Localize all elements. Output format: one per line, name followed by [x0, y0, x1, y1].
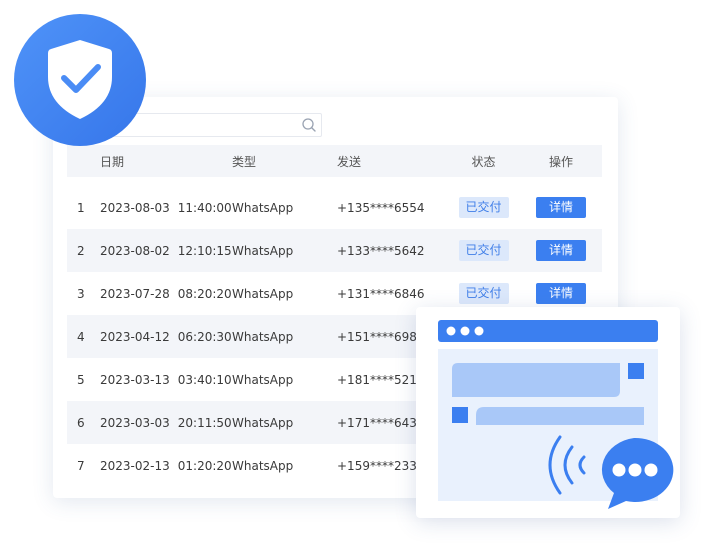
header-type: 类型: [232, 154, 257, 169]
row-op-cell: 详情: [535, 186, 587, 229]
row-index: 1: [77, 200, 85, 215]
row-status-cell: 已交付: [457, 229, 510, 272]
row-date: 2023-07-28: [100, 286, 170, 301]
message-avatar-icon: [452, 407, 468, 423]
window-titlebar: [438, 320, 658, 342]
window-dot-icon: [474, 326, 484, 336]
row-datetime: 2023-02-13 01:20:20: [100, 444, 232, 487]
row-datetime: 2023-07-28 08:20:20: [100, 272, 232, 315]
row-from: +171****6432: [337, 415, 425, 430]
row-type: WhatsApp: [232, 329, 294, 344]
window-dot-icon: [460, 326, 470, 336]
row-from: +181****5216: [337, 372, 425, 387]
table-row: 1 2023-08-03 11:40:00 WhatsApp +135****65…: [67, 186, 602, 229]
row-time: 03:40:10: [177, 372, 232, 387]
message-bubble: [452, 363, 620, 397]
header-from: 发送: [337, 154, 362, 169]
message-avatar-icon: [628, 363, 644, 379]
row-type: WhatsApp: [232, 243, 294, 258]
row-datetime: 2023-03-03 20:11:50: [100, 401, 232, 444]
message-bubble: [476, 407, 644, 425]
row-from: +133****5642: [337, 243, 425, 258]
row-date: 2023-08-02: [100, 243, 170, 258]
chat-illustration: [438, 320, 674, 509]
row-date: 2023-04-12: [100, 329, 170, 344]
row-date: 2023-08-03: [100, 200, 170, 215]
row-index: 5: [77, 372, 85, 387]
row-datetime: 2023-03-13 03:40:10: [100, 358, 232, 401]
row-time: 20:11:50: [177, 415, 232, 430]
chat-bubble-icon: [601, 437, 674, 509]
details-button[interactable]: 详情: [536, 197, 586, 218]
row-date: 2023-03-03: [100, 415, 170, 430]
row-time: 01:20:20: [177, 458, 232, 473]
row-from: +159****2331: [337, 458, 425, 473]
details-button[interactable]: 详情: [536, 283, 586, 304]
header-operation: 操作: [548, 154, 573, 169]
row-type: WhatsApp: [232, 200, 294, 215]
row-type: WhatsApp: [232, 458, 294, 473]
row-index: 6: [77, 415, 85, 430]
row-status-cell: 已交付: [457, 186, 510, 229]
header-date: 日期: [100, 154, 125, 169]
row-from: +135****6554: [337, 200, 425, 215]
search-icon[interactable]: [301, 117, 317, 133]
row-datetime: 2023-08-03 11:40:00: [100, 186, 232, 229]
row-time: 11:40:00: [177, 200, 232, 215]
row-from: +151****6987: [337, 329, 425, 344]
shield-badge: [14, 14, 146, 146]
row-from: +131****6846: [337, 286, 425, 301]
row-type: WhatsApp: [232, 372, 294, 387]
header-status: 状态: [471, 154, 496, 169]
table-row: 2 2023-08-02 12:10:15 WhatsApp +133****56…: [67, 229, 602, 272]
row-type: WhatsApp: [232, 415, 294, 430]
status-badge: 已交付: [458, 240, 509, 261]
row-index: 4: [77, 329, 85, 344]
row-date: 2023-03-13: [100, 372, 170, 387]
row-datetime: 2023-08-02 12:10:15: [100, 229, 232, 272]
row-datetime: 2023-04-12 06:20:30: [100, 315, 232, 358]
table-header: 日期 类型 发送 状态 操作: [67, 145, 602, 177]
row-date: 2023-02-13: [100, 458, 170, 473]
row-index: 7: [77, 458, 85, 473]
shield-check-icon: [14, 14, 146, 146]
row-index: 3: [77, 286, 85, 301]
row-time: 06:20:30: [177, 329, 232, 344]
row-type: WhatsApp: [232, 286, 294, 301]
row-op-cell: 详情: [535, 229, 587, 272]
row-index: 2: [77, 243, 85, 258]
status-badge: 已交付: [458, 197, 509, 218]
row-time: 12:10:15: [177, 243, 232, 258]
window-dot-icon: [446, 326, 456, 336]
status-badge: 已交付: [458, 283, 509, 304]
details-button[interactable]: 详情: [536, 240, 586, 261]
row-time: 08:20:20: [177, 286, 232, 301]
